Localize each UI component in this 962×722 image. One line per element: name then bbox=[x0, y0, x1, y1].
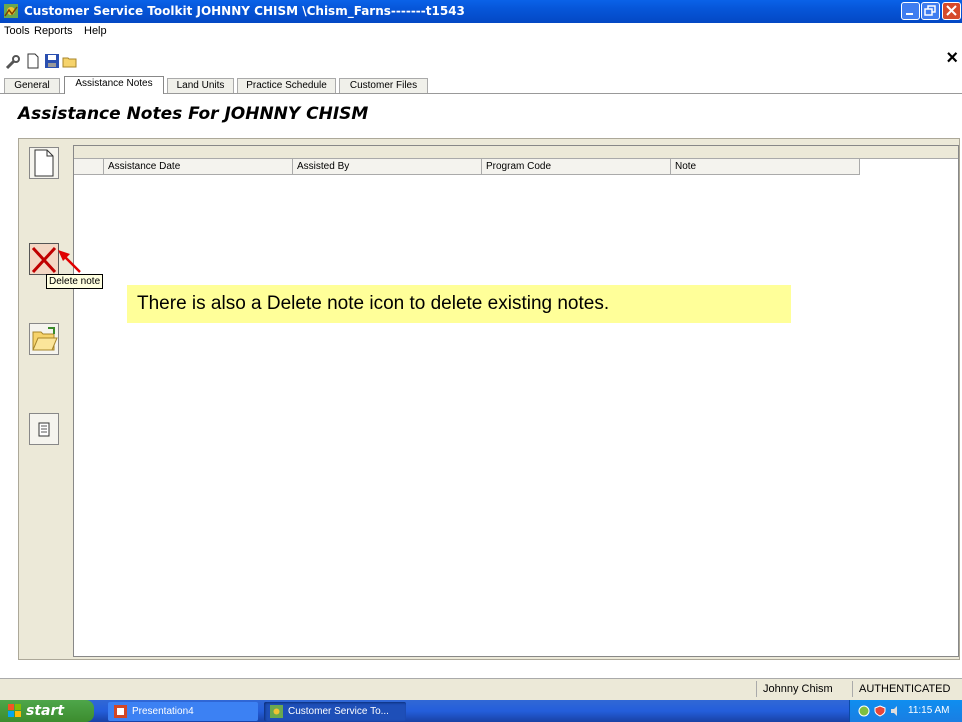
taskbar-item-label: Presentation4 bbox=[132, 706, 194, 717]
delete-note-tooltip: Delete note bbox=[46, 274, 104, 289]
notes-sidebar bbox=[19, 139, 71, 659]
window-title: Customer Service Toolkit JOHNNY CHISM \C… bbox=[24, 4, 465, 18]
status-bar: Johnny Chism AUTHENTICATED bbox=[0, 678, 962, 700]
system-tray: 11:15 AM bbox=[849, 700, 962, 722]
save-icon[interactable] bbox=[44, 53, 60, 69]
network-icon[interactable] bbox=[858, 705, 870, 717]
page-title: Assistance Notes For JOHNNY CHISM bbox=[18, 104, 369, 124]
minimize-button[interactable] bbox=[901, 2, 920, 20]
open-note-icon bbox=[32, 327, 58, 351]
delete-note-icon bbox=[31, 246, 57, 274]
print-note-icon bbox=[38, 422, 50, 437]
column-header-assisted-by[interactable]: Assisted By bbox=[293, 159, 482, 175]
status-auth: AUTHENTICATED bbox=[852, 681, 962, 697]
close-form-icon[interactable]: × bbox=[946, 48, 958, 68]
new-note-icon bbox=[34, 149, 54, 177]
taskbar-item-customer-service[interactable]: Customer Service To... bbox=[264, 702, 406, 721]
column-header-note[interactable]: Note bbox=[671, 159, 860, 175]
taskbar-item-presentation[interactable]: Presentation4 bbox=[108, 702, 258, 721]
wrench-icon[interactable] bbox=[5, 54, 21, 70]
close-window-button[interactable] bbox=[942, 2, 961, 20]
app-icon bbox=[4, 4, 18, 18]
powerpoint-icon bbox=[114, 705, 127, 718]
open-note-button[interactable] bbox=[29, 323, 59, 355]
open-folder-icon[interactable] bbox=[62, 54, 78, 70]
new-note-button[interactable] bbox=[29, 147, 59, 179]
windows-flag-icon bbox=[8, 704, 21, 717]
clock[interactable]: 11:15 AM bbox=[908, 700, 950, 722]
callout-annotation: There is also a Delete note icon to dele… bbox=[127, 285, 791, 323]
restore-button[interactable] bbox=[921, 2, 940, 20]
toolbar bbox=[0, 40, 962, 74]
tab-land-units[interactable]: Land Units bbox=[167, 78, 234, 93]
tab-general[interactable]: General bbox=[4, 78, 60, 93]
tab-customer-files[interactable]: Customer Files bbox=[339, 78, 428, 93]
tab-strip: General Assistance Notes Land Units Prac… bbox=[0, 76, 962, 94]
volume-icon[interactable] bbox=[890, 705, 902, 717]
app-icon bbox=[270, 705, 283, 718]
title-bar: Customer Service Toolkit JOHNNY CHISM \C… bbox=[0, 0, 962, 23]
column-header-program-code[interactable]: Program Code bbox=[482, 159, 671, 175]
new-document-icon[interactable] bbox=[25, 53, 41, 69]
menu-tools[interactable]: Tools bbox=[4, 25, 30, 37]
delete-note-button[interactable] bbox=[29, 243, 59, 275]
taskbar-item-label: Customer Service To... bbox=[288, 706, 389, 717]
menu-help[interactable]: Help bbox=[84, 25, 107, 37]
shield-icon[interactable] bbox=[874, 705, 886, 717]
notes-grid: Assistance Date Assisted By Program Code… bbox=[73, 145, 959, 657]
start-label: start bbox=[26, 703, 65, 719]
taskbar: start Presentation4 Customer Service To.… bbox=[0, 700, 962, 722]
start-button[interactable]: start bbox=[0, 700, 94, 722]
status-user: Johnny Chism bbox=[756, 681, 852, 697]
print-note-button[interactable] bbox=[29, 413, 59, 445]
tab-assistance-notes[interactable]: Assistance Notes bbox=[64, 76, 164, 94]
menu-bar: Tools Reports Help bbox=[0, 23, 962, 40]
notes-panel: Assistance Date Assisted By Program Code… bbox=[18, 138, 960, 660]
column-header-assistance-date[interactable]: Assistance Date bbox=[104, 159, 293, 175]
row-selector-header bbox=[74, 159, 104, 175]
tab-practice-schedule[interactable]: Practice Schedule bbox=[237, 78, 336, 93]
menu-reports[interactable]: Reports bbox=[34, 25, 73, 37]
